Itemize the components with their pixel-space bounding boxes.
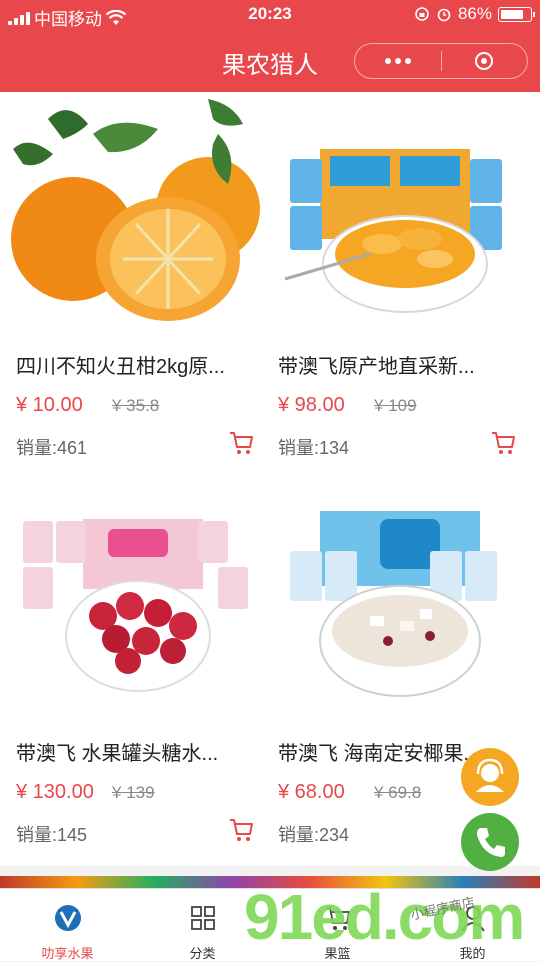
product-card[interactable]: 带澳飞 海南定安椰果... ¥ 68.00 ¥ 69.8 销量:234	[262, 479, 524, 866]
fruit-banner-strip	[0, 876, 540, 888]
product-grid: 四川不知火丑柑2kg原... ¥ 10.00 ¥ 35.8 销量:461 带澳飞…	[0, 92, 540, 866]
close-target-icon	[475, 52, 494, 70]
add-to-cart-icon[interactable]	[490, 430, 516, 456]
navigation-bar: 果农猎人	[0, 30, 540, 92]
sales-count: 销量:234	[278, 825, 350, 845]
product-card[interactable]: 带澳飞原产地直采新... ¥ 98.00 ¥ 109 销量:134	[262, 92, 524, 479]
original-price: ¥ 69.8	[374, 783, 422, 802]
category-grid-icon	[190, 906, 215, 930]
product-image	[8, 481, 260, 711]
tab-home[interactable]: 叻享水果	[0, 889, 135, 961]
product-name[interactable]: 四川不知火丑柑2kg原...	[16, 350, 256, 379]
more-menu-button[interactable]	[355, 44, 441, 78]
sales-count: 销量:145	[16, 825, 88, 845]
original-price: ¥ 109	[374, 396, 417, 415]
product-card[interactable]: 四川不知火丑柑2kg原... ¥ 10.00 ¥ 35.8 销量:461	[0, 92, 262, 479]
rotation-lock-icon	[415, 7, 429, 21]
product-price: ¥ 68.00	[278, 781, 345, 803]
battery-percent: 86%	[457, 4, 492, 23]
add-to-cart-icon[interactable]	[228, 430, 254, 456]
product-price: ¥ 98.00	[278, 394, 345, 416]
product-name[interactable]: 带澳飞 水果罐头糖水...	[16, 737, 256, 766]
tab-category[interactable]: 分类	[135, 889, 270, 961]
product-name[interactable]: 带澳飞原产地直采新...	[278, 350, 518, 379]
phone-call-button[interactable]	[461, 813, 519, 871]
tab-label: 叻享水果	[41, 946, 94, 961]
add-to-cart-icon[interactable]	[228, 817, 254, 843]
battery-icon	[498, 6, 535, 22]
customer-service-icon	[476, 758, 504, 792]
basket-icon	[325, 907, 350, 930]
product-image	[270, 94, 522, 324]
product-price: ¥ 130.00	[16, 781, 94, 803]
customer-service-button[interactable]	[461, 748, 519, 806]
status-bar: 中国移动 20:23 86%	[0, 0, 540, 30]
tab-label: 果篮	[324, 946, 351, 961]
tab-basket[interactable]: 果篮	[270, 889, 405, 961]
tab-profile[interactable]: 我的	[405, 889, 540, 961]
product-card[interactable]: 带澳飞 水果罐头糖水... ¥ 130.00 ¥ 139 销量:145	[0, 479, 262, 866]
user-icon	[460, 906, 485, 932]
sales-count: 销量:461	[16, 438, 88, 458]
close-mini-program-button[interactable]	[442, 44, 528, 78]
phone-icon	[477, 828, 505, 857]
mini-program-capsule	[354, 43, 528, 79]
product-image	[270, 481, 522, 711]
product-image	[8, 94, 260, 324]
more-dots-icon	[384, 58, 411, 64]
alarm-icon	[437, 8, 451, 22]
tab-label: 分类	[189, 946, 216, 961]
original-price: ¥ 139	[112, 783, 155, 802]
original-price: ¥ 35.8	[112, 396, 160, 415]
tab-label: 我的	[459, 946, 486, 961]
sales-count: 销量:134	[278, 438, 350, 458]
product-price: ¥ 10.00	[16, 394, 83, 416]
home-logo-icon	[54, 905, 81, 931]
bottom-tab-bar: 叻享水果 分类 果篮 我的	[0, 888, 540, 961]
